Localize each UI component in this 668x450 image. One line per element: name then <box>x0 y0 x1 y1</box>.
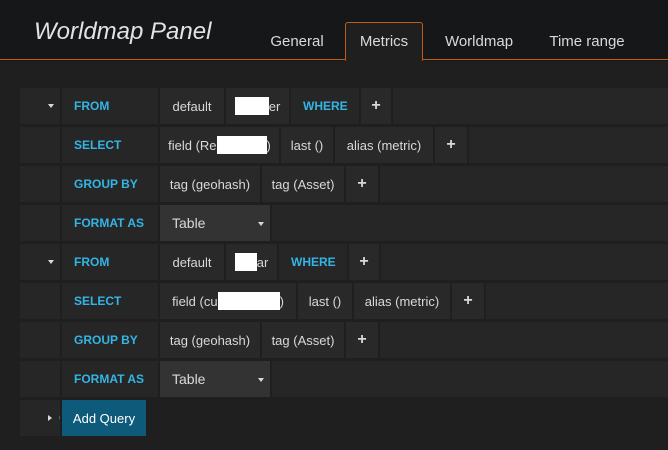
where-keyword: WHERE <box>279 244 347 280</box>
panel-title: Worldmap Panel <box>34 18 212 45</box>
format-as-keyword: FORMAT AS <box>62 205 158 241</box>
group-tag-asset[interactable]: tag (Asset) <box>262 166 344 202</box>
tab-metrics[interactable]: Metrics <box>345 22 423 61</box>
add-group-by-button[interactable]: + <box>346 166 378 202</box>
measurement-segment[interactable]: ar <box>226 244 277 280</box>
collapse-caret-icon <box>48 104 54 108</box>
group-by-keyword: GROUP BY <box>62 166 158 202</box>
field-close: ) <box>266 137 271 153</box>
dropdown-caret-icon <box>258 378 264 382</box>
retention-policy-segment[interactable]: default <box>160 244 224 280</box>
redaction-box <box>216 136 267 154</box>
row-filler <box>380 166 668 202</box>
collapse-caret-icon <box>48 260 54 264</box>
row-gutter <box>20 166 60 202</box>
dropdown-caret-icon <box>258 222 264 226</box>
group-tag-geohash[interactable]: tag (geohash) <box>160 322 260 358</box>
row-gutter <box>20 127 60 163</box>
row-filler <box>469 127 668 163</box>
selector-segment[interactable]: last () <box>281 127 333 163</box>
row-filler <box>393 88 668 124</box>
from-keyword: FROM <box>62 88 158 124</box>
alias-segment[interactable]: alias (metric) <box>335 127 433 163</box>
row-filler <box>272 361 668 397</box>
redaction-box <box>234 97 269 115</box>
row-filler <box>486 283 668 319</box>
add-select-button[interactable]: + <box>452 283 484 319</box>
measurement-segment[interactable]: er <box>226 88 289 124</box>
add-where-button[interactable]: + <box>361 88 391 124</box>
group-tag-geohash[interactable]: tag (geohash) <box>160 166 260 202</box>
select-keyword: SELECT <box>62 283 158 319</box>
field-close: ) <box>279 293 284 309</box>
query-a-toggle[interactable]: A <box>20 88 60 124</box>
tab-general[interactable]: General <box>256 22 338 60</box>
retention-policy-segment[interactable]: default <box>160 88 224 124</box>
add-where-button[interactable]: + <box>349 244 379 280</box>
measurement-text: er <box>268 98 281 114</box>
row-gutter <box>20 322 60 358</box>
format-as-keyword: FORMAT AS <box>62 361 158 397</box>
select-keyword: SELECT <box>62 127 158 163</box>
query-c-toggle[interactable]: C <box>20 400 60 436</box>
group-tag-asset[interactable]: tag (Asset) <box>262 322 344 358</box>
query-b-toggle[interactable]: B <box>20 244 60 280</box>
where-keyword: WHERE <box>291 88 359 124</box>
row-filler <box>272 205 668 241</box>
redaction-box <box>217 292 280 310</box>
row-gutter <box>20 205 60 241</box>
tab-time-range[interactable]: Time range <box>537 22 637 60</box>
field-segment[interactable]: field (cu) <box>160 283 296 319</box>
add-select-button[interactable]: + <box>435 127 467 163</box>
group-by-keyword: GROUP BY <box>62 322 158 358</box>
redaction-box <box>234 253 257 271</box>
add-group-by-button[interactable]: + <box>346 322 378 358</box>
field-text: field (Re <box>168 137 217 153</box>
format-as-value: Table <box>172 371 206 387</box>
measurement-text: ar <box>256 254 269 270</box>
format-as-select[interactable]: Table <box>160 361 270 397</box>
add-query-button[interactable]: Add Query <box>62 400 146 436</box>
row-filler <box>380 322 668 358</box>
query-ref-c: C <box>59 411 60 425</box>
expand-caret-icon <box>48 415 52 421</box>
field-text: field (cu <box>172 293 218 309</box>
alias-segment[interactable]: alias (metric) <box>354 283 450 319</box>
selector-segment[interactable]: last () <box>298 283 352 319</box>
row-filler <box>381 244 668 280</box>
tab-worldmap[interactable]: Worldmap <box>432 22 526 60</box>
format-as-select[interactable]: Table <box>160 205 270 241</box>
row-gutter <box>20 361 60 397</box>
format-as-value: Table <box>172 215 206 231</box>
query-editor: A FROM default er WHERE + SELECT field (… <box>0 61 668 450</box>
from-keyword: FROM <box>62 244 158 280</box>
field-segment[interactable]: field (Re) <box>160 127 279 163</box>
row-gutter <box>20 283 60 319</box>
panel-header: Worldmap Panel General Metrics Worldmap … <box>0 0 668 61</box>
